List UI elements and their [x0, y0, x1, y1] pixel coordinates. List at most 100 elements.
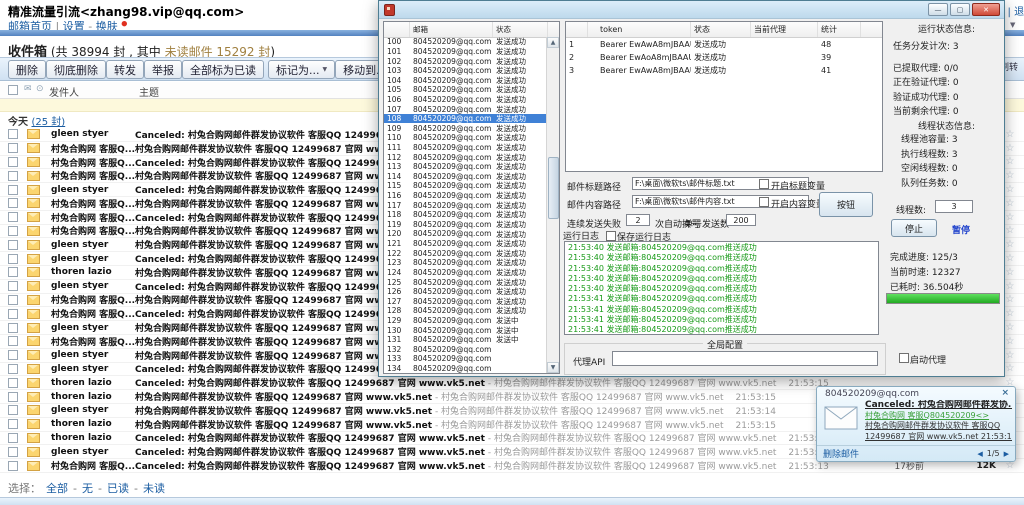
row-checkbox[interactable]	[8, 405, 18, 415]
progress-value: 125/3	[932, 253, 958, 263]
unread-envelope-icon	[27, 433, 40, 443]
global-config-title: 全局配置	[703, 338, 747, 351]
token-status: 发送成功	[691, 65, 751, 76]
log-line: 21:53:40 发送邮箱:804520209@qq.com推送成功	[568, 253, 875, 263]
envelope-status-icon: ✉	[24, 84, 32, 94]
row-checkbox[interactable]	[8, 433, 18, 443]
unread-envelope-icon	[27, 350, 40, 360]
row-checkbox[interactable]	[8, 254, 18, 264]
action-button[interactable]: 按钮	[819, 192, 873, 217]
email-status-row[interactable]: 134 804520209@qq.com	[384, 364, 547, 374]
run-log-box: 21:53:40 发送邮箱:804520209@qq.com推送成功21:53:…	[564, 241, 879, 335]
subject-preview: - 村兔合购网邮件群发协议软件 客服QQ 12499687 官网 www.vk5…	[488, 379, 777, 389]
popup-subject-link[interactable]: Canceled: 村兔合购网邮件群发协...	[865, 400, 1012, 411]
row-index: 111	[384, 143, 410, 152]
row-checkbox[interactable]	[8, 295, 18, 305]
maximize-button[interactable]: ▢	[950, 3, 970, 16]
token-value: Bearer EwAoA8mJBAAUB...	[588, 53, 691, 62]
email-status-row[interactable]: 133 804520209@qq.com	[384, 354, 547, 364]
row-index: 119	[384, 220, 410, 229]
chevron-down-icon[interactable]: ▼	[1010, 21, 1015, 29]
select-all-link[interactable]: 全部	[46, 480, 68, 496]
row-checkbox[interactable]	[8, 336, 18, 346]
subject-preview: - 村兔合购网邮件群发协议软件 客服QQ 12499687 官网 www.vk5…	[435, 393, 724, 403]
row-checkbox[interactable]	[8, 198, 18, 208]
fail-count-input[interactable]	[626, 214, 650, 226]
row-checkbox[interactable]	[8, 267, 18, 277]
popup-delete-link[interactable]: 删除邮件	[823, 447, 859, 460]
mail-subject: 村兔合购网邮件群发协议软件 客服QQ 12499687 官网 www.vk5.n…	[135, 418, 874, 431]
row-checkbox[interactable]	[8, 350, 18, 360]
row-checkbox[interactable]	[8, 185, 18, 195]
thread-count-input[interactable]	[935, 200, 973, 213]
row-checkbox[interactable]	[8, 419, 18, 429]
row-index: 102	[384, 57, 410, 66]
row-checkbox[interactable]	[8, 240, 18, 250]
group-count-link[interactable]: (25 封)	[31, 117, 65, 128]
select-none-link[interactable]: 无	[82, 480, 93, 496]
scrollbar-thumb[interactable]	[548, 157, 559, 219]
row-checkbox[interactable]	[8, 461, 18, 471]
email-list-scrollbar[interactable]: ▲ ▼	[546, 37, 559, 373]
row-email: 804520209@qq.com	[410, 297, 493, 306]
row-checkbox[interactable]	[8, 143, 18, 153]
row-checkbox[interactable]	[8, 309, 18, 319]
toolbar-button[interactable]: 转发	[106, 60, 144, 79]
elapsed-label: 已耗时:	[890, 283, 920, 293]
row-checkbox[interactable]	[8, 447, 18, 457]
select-all-checkbox[interactable]	[8, 85, 18, 95]
row-checkbox[interactable]	[8, 392, 18, 402]
toolbar-button[interactable]: 举报	[144, 60, 182, 79]
row-checkbox[interactable]	[8, 378, 18, 388]
email-status-row[interactable]: 131 804520209@qq.com 发送中	[384, 335, 547, 345]
stop-button[interactable]: 停止	[891, 219, 937, 237]
proxy-api-input[interactable]	[612, 351, 878, 366]
pause-link[interactable]: 暂停	[952, 223, 970, 236]
mail-sender: gleen styer	[51, 405, 135, 415]
popup-close-icon[interactable]: ×	[1001, 388, 1009, 398]
toolbar-dropdown-button[interactable]: 标记为...▼	[268, 60, 335, 79]
per-account-input[interactable]	[726, 214, 756, 226]
row-email: 804520209@qq.com	[410, 172, 493, 181]
save-log-checkbox[interactable]	[606, 231, 616, 241]
scroll-up-icon[interactable]: ▲	[547, 37, 559, 48]
row-index: 125	[384, 278, 410, 287]
row-index: 127	[384, 297, 410, 306]
row-checkbox[interactable]	[8, 281, 18, 291]
select-unread-link[interactable]: 未读	[143, 480, 165, 496]
token-row[interactable]: 2 Bearer EwAoA8mJBAAUB... 发送成功 39	[566, 51, 882, 64]
next-icon[interactable]: ▶	[1004, 450, 1009, 458]
select-read-link[interactable]: 已读	[107, 480, 129, 496]
column-status: 状态	[493, 22, 548, 37]
toolbar-button[interactable]: 删除	[8, 60, 46, 79]
stat-value: 3	[952, 135, 958, 145]
row-checkbox[interactable]	[8, 323, 18, 333]
row-email: 804520209@qq.com	[410, 47, 493, 56]
prev-icon[interactable]: ◀	[977, 450, 982, 458]
subject-time: 21:53:14	[736, 407, 776, 417]
token-row[interactable]: 1 Bearer EwAwA8mJBAAUB... 发送成功 48	[566, 38, 882, 51]
title-var-checkbox[interactable]	[759, 179, 769, 189]
mail-sender: 村兔合购网 客服Q...	[51, 197, 135, 210]
row-checkbox[interactable]	[8, 129, 18, 139]
tool-title-bar[interactable]: — ▢ ✕	[379, 1, 1004, 19]
row-email: 804520209@qq.com	[410, 201, 493, 210]
start-proxy-checkbox[interactable]	[899, 353, 909, 363]
row-checkbox[interactable]	[8, 364, 18, 374]
row-checkbox[interactable]	[8, 157, 18, 167]
row-checkbox[interactable]	[8, 212, 18, 222]
minimize-button[interactable]: —	[928, 3, 948, 16]
email-status-row[interactable]: 132 804520209@qq.com	[384, 345, 547, 355]
group-today: 今天	[8, 117, 28, 128]
content-var-checkbox[interactable]	[759, 197, 769, 207]
row-checkbox[interactable]	[8, 226, 18, 236]
subject-preview: - 村兔合购网邮件群发协议软件 客服QQ 12499687 官网 www.vk5…	[488, 462, 777, 472]
thread-stat-line: 执行线程数: 3	[901, 147, 958, 162]
token-row[interactable]: 3 Bearer EwAwA8mJBAAUB... 发送成功 41	[566, 64, 882, 77]
scroll-down-icon[interactable]: ▼	[547, 362, 559, 373]
toolbar-button[interactable]: 彻底删除	[46, 60, 106, 79]
row-checkbox[interactable]	[8, 171, 18, 181]
toolbar-button[interactable]: 全部标为已读	[182, 60, 264, 79]
token-rows: 1 Bearer EwAwA8mJBAAUB... 发送成功 48 2 Bear…	[566, 38, 882, 77]
close-button[interactable]: ✕	[972, 3, 1000, 16]
